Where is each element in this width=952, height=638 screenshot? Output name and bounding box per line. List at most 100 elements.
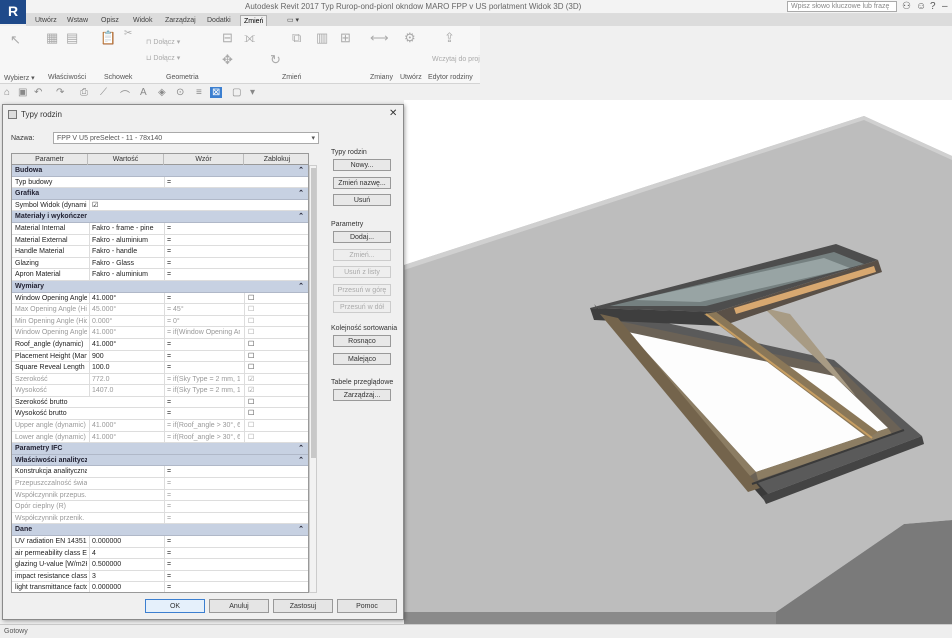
parameter-formula-cell[interactable]: = (164, 350, 240, 362)
save-icon[interactable]: ▣ (18, 87, 27, 98)
parameter-formula-cell[interactable]: = (164, 362, 240, 373)
section-button[interactable]: Malejąco (333, 352, 391, 365)
scrollbar-thumb[interactable] (311, 168, 316, 458)
parameter-row[interactable]: UV radiation EN 14351 0.000000 = (12, 536, 308, 548)
tab-zarzadzaj[interactable]: Zarządzaj (162, 15, 199, 26)
collapse-icon[interactable]: ⌃ (298, 188, 304, 199)
parameter-value-cell[interactable]: Fakro - aluminium (89, 269, 159, 280)
section-button[interactable]: Zmień nazwę... (333, 176, 391, 189)
cancel-button[interactable]: Anuluj (209, 599, 269, 613)
parameter-value-cell[interactable]: 41.000° (89, 292, 159, 304)
group-row[interactable]: Grafika ⌃ (12, 188, 308, 200)
section-button[interactable]: Dodaj... (333, 231, 391, 243)
parameter-row[interactable]: Apron Material Fakro - aluminium = (12, 269, 308, 281)
parameter-formula-cell[interactable]: = (164, 246, 240, 257)
parameter-row[interactable]: light transmittance factor 0.000000 = (12, 582, 308, 592)
type-properties-icon[interactable]: ▤ (66, 30, 78, 46)
group-row[interactable]: Właściwości analityczne ⌃ (12, 454, 308, 467)
parameter-row[interactable]: Konstrukcja analityczna = (12, 466, 308, 479)
parameter-row[interactable]: Opór cieplny (R) = (12, 501, 308, 513)
parameter-lock-cell[interactable]: ☐ (244, 408, 264, 420)
collapse-icon[interactable]: ⌃ (298, 281, 304, 292)
section-button[interactable]: Przesuń w dół (333, 301, 391, 313)
parameter-formula-cell[interactable]: = (164, 257, 240, 269)
parameter-formula-cell[interactable]: = (164, 582, 240, 592)
group-row[interactable]: Parametry IFC ⌃ (12, 443, 308, 455)
parameter-formula-cell[interactable]: = (164, 501, 240, 512)
thin-lines-icon[interactable]: ≡ (196, 87, 202, 98)
section-button[interactable]: Usuń z listy (333, 266, 391, 278)
collapse-icon[interactable]: ⌃ (298, 524, 304, 535)
rotate-icon[interactable]: ↻ (270, 52, 281, 68)
collapse-icon[interactable]: ⌃ (298, 455, 304, 466)
move-icon[interactable]: ✥ (222, 52, 233, 68)
parameter-row[interactable]: Symbol Widok (dynamic) ☑ (12, 199, 308, 212)
parameter-value-cell[interactable]: Fakro - aluminium (89, 234, 159, 246)
close-hidden-icon[interactable]: ⊠ (210, 87, 223, 98)
collapse-icon[interactable]: ⌃ (298, 443, 304, 454)
parameter-formula-cell[interactable]: = (164, 269, 240, 280)
tab-widok[interactable]: Widok (130, 15, 155, 26)
section-button[interactable]: Rosnąco (333, 335, 391, 347)
parameter-formula-cell[interactable]: = (164, 570, 240, 582)
parameter-lock-cell[interactable]: ☑ (244, 373, 264, 385)
parameter-lock-cell[interactable]: ☐ (244, 431, 264, 443)
parameter-row[interactable]: Przepuszczalność światła = (12, 478, 308, 490)
dimension-icon[interactable]: ⌒ (120, 87, 130, 102)
parameter-formula-cell[interactable]: = (164, 536, 240, 547)
section-button[interactable]: Usuń (333, 194, 391, 206)
parameter-row[interactable]: Max Opening Angle (Hidden)45.000° = 45° ☐ (12, 304, 308, 316)
collapse-icon[interactable]: ⌃ (298, 211, 304, 222)
mirror-icon[interactable]: ⧉ (292, 30, 301, 46)
parameter-formula-cell[interactable]: = (164, 176, 240, 188)
collapse-icon[interactable]: ⌃ (298, 165, 304, 176)
open-icon[interactable]: ⌂ (4, 87, 10, 98)
parameter-row[interactable]: Glazing Fakro - Glass = (12, 257, 308, 270)
parameter-value-cell[interactable]: 0.000° (89, 315, 159, 327)
header-parametr[interactable]: Parametr (12, 154, 88, 165)
parameter-formula-cell[interactable]: = if(Roof_angle > 30°, 60 (164, 431, 240, 443)
view-3d-icon[interactable]: ◈ (158, 87, 166, 98)
redo-icon[interactable]: ↷ (56, 87, 64, 98)
group-row[interactable]: Dane ⌃ (12, 524, 308, 536)
parameter-value-cell[interactable]: 3 (89, 570, 159, 582)
paste-icon[interactable]: 📋 (100, 30, 116, 46)
parameter-row[interactable]: Window Opening Angle 41.000° = ☐ (12, 292, 308, 305)
ok-button[interactable]: OK (145, 599, 205, 613)
parameter-formula-cell[interactable]: = if(Window Opening Angle (164, 327, 240, 338)
parameter-value-cell[interactable]: 4 (89, 547, 159, 559)
type-name-select[interactable]: FPP V U5 preSelect - 11 - 78x140 ▾ (53, 132, 319, 144)
parameter-row[interactable]: Window Opening Angle 2 41.000° = if(Window… (12, 327, 308, 339)
parameter-value-cell[interactable]: Fakro - frame - pine (89, 222, 159, 234)
parameter-row[interactable]: Placement Height (Manual)900 = ☐ (12, 350, 308, 363)
group-row[interactable]: Materiały i wykończenia ⌃ (12, 211, 308, 223)
parameter-formula-cell[interactable]: = (164, 512, 240, 524)
align-icon[interactable]: ⊟ (222, 30, 233, 46)
tab-zmien[interactable]: Zmień (240, 15, 268, 26)
parameter-formula-cell[interactable]: = (164, 234, 240, 246)
properties-icon[interactable]: ▦ (46, 30, 58, 46)
switch-windows-icon[interactable]: ▢ (232, 87, 241, 98)
parameter-value-cell[interactable]: 772.0 (89, 373, 159, 385)
parameter-value-cell[interactable]: 41.000° (89, 327, 159, 338)
parameter-formula-cell[interactable]: = 0° (164, 315, 240, 327)
cope-icon[interactable]: ⊔ Dołącz ▾ (146, 54, 180, 62)
tab-extra-icon[interactable]: ▭ ▾ (284, 15, 302, 26)
parameter-row[interactable]: Roof_angle (dynamic) 41.000° = ☐ (12, 338, 308, 351)
group-row[interactable]: Wymiary ⌃ (12, 280, 308, 293)
help-icon[interactable]: ? (930, 1, 936, 12)
print-icon[interactable]: ⎙ (80, 87, 88, 98)
parameter-value-cell[interactable]: 0.000000 (89, 536, 159, 547)
parameter-lock-cell[interactable]: ☐ (244, 338, 264, 350)
parameter-lock-cell[interactable]: ☐ (244, 396, 264, 408)
parameter-formula-cell[interactable]: = (164, 408, 240, 420)
parameter-lock-cell[interactable]: ☐ (244, 292, 264, 304)
parameter-lock-cell[interactable]: ☑ (244, 385, 264, 396)
tab-dodatki[interactable]: Dodatki (204, 15, 234, 26)
section-button[interactable]: Nowy... (333, 159, 391, 171)
parameter-formula-cell[interactable]: = if(Roof_angle > 30°, 60 (164, 420, 240, 431)
user-icon[interactable]: ☺ (916, 1, 926, 12)
parameter-value-cell[interactable]: 41.000° (89, 338, 159, 350)
parameter-formula-cell[interactable]: = 45° (164, 304, 240, 315)
parameter-row[interactable]: Min Opening Angle (Hidden)0.000° = 0° ☐ (12, 315, 308, 328)
